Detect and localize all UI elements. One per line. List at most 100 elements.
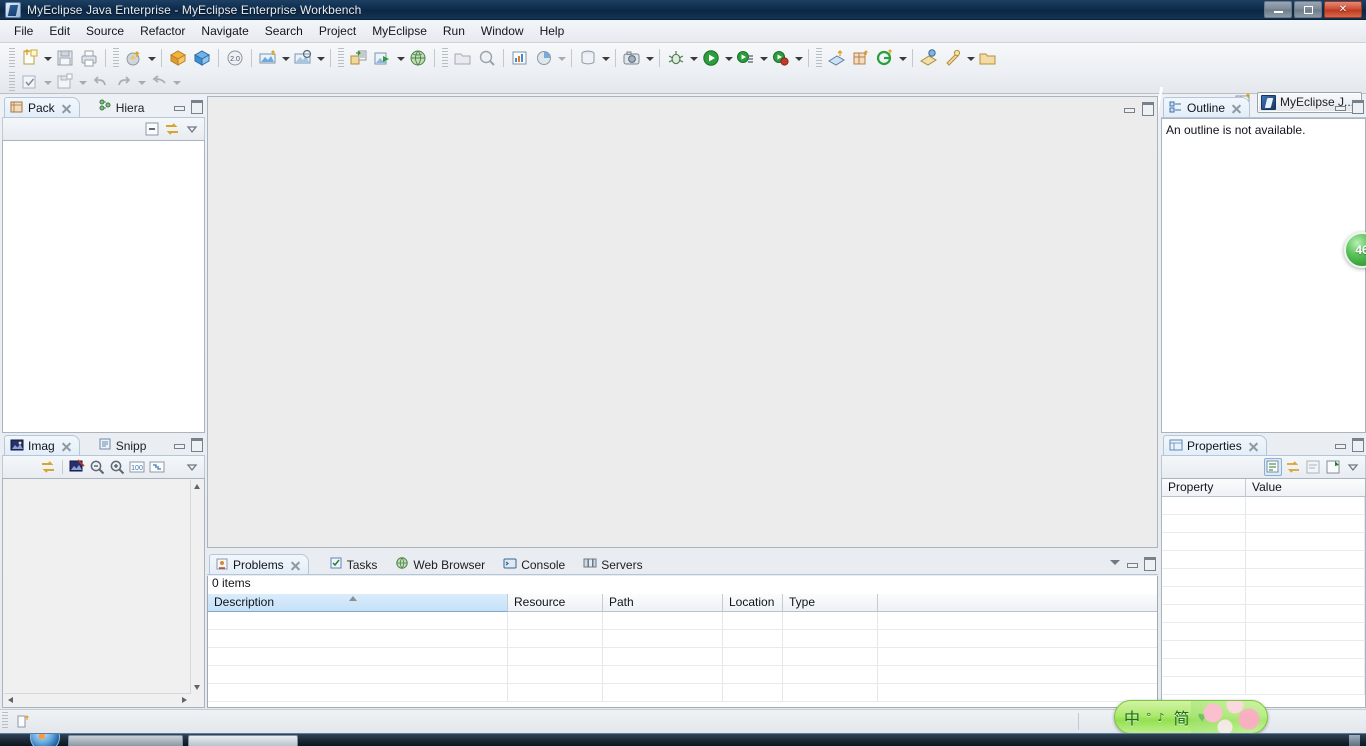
fit-to-window-icon[interactable]	[148, 458, 166, 476]
open-browser-icon[interactable]	[407, 47, 429, 69]
database-explorer-icon[interactable]	[577, 47, 599, 69]
table-row[interactable]	[1162, 497, 1365, 515]
tab-tasks[interactable]: Tasks	[323, 554, 386, 575]
maximize-view-button[interactable]	[1142, 555, 1156, 571]
close-icon[interactable]	[290, 560, 301, 571]
save-all-icon[interactable]	[54, 71, 76, 93]
table-row[interactable]	[1162, 569, 1365, 587]
table-row[interactable]	[1162, 641, 1365, 659]
debug-dropdown-icon[interactable]	[688, 47, 699, 69]
scroll-down-button[interactable]	[191, 681, 204, 694]
print-icon[interactable]	[78, 47, 100, 69]
problems-table[interactable]: Description Resource Path Location Type	[207, 594, 1158, 708]
run-server-icon[interactable]	[372, 47, 394, 69]
new-wizard-icon[interactable]	[19, 47, 41, 69]
debug-icon[interactable]	[665, 47, 687, 69]
view-menu-button[interactable]	[1108, 555, 1122, 569]
tab-snippets[interactable]: Snipp	[92, 435, 155, 456]
menu-file[interactable]: File	[6, 22, 41, 40]
maximize-view-button[interactable]	[189, 98, 203, 114]
new-ejb-project-icon[interactable]	[191, 47, 213, 69]
package-explorer-tree[interactable]	[2, 140, 205, 433]
column-header-path[interactable]: Path	[603, 594, 723, 612]
open-task-icon[interactable]	[918, 47, 940, 69]
table-row[interactable]	[208, 684, 1157, 702]
minimize-editor-button[interactable]	[1122, 100, 1136, 114]
new-java-interface-icon[interactable]	[874, 47, 896, 69]
back-dropdown-icon[interactable]	[171, 71, 182, 93]
back-icon[interactable]	[148, 71, 170, 93]
vertical-scrollbar[interactable]	[190, 480, 204, 694]
column-header-resource[interactable]: Resource	[508, 594, 603, 612]
outline-content[interactable]: An outline is not available.	[1161, 118, 1366, 433]
table-row[interactable]	[1162, 605, 1365, 623]
menu-source[interactable]: Source	[78, 22, 132, 40]
run-icon[interactable]	[700, 47, 722, 69]
tab-problems[interactable]: Problems	[209, 554, 309, 575]
toolbar-grip-row2[interactable]	[9, 72, 15, 92]
ime-mode-chinese[interactable]: 中	[1124, 705, 1140, 729]
new-jsp-dropdown-icon[interactable]	[280, 47, 291, 69]
deploy-icon[interactable]	[348, 47, 370, 69]
new-chart-icon[interactable]	[533, 47, 555, 69]
tab-properties[interactable]: Properties	[1163, 435, 1267, 456]
html-5-icon[interactable]: 2.0	[224, 47, 246, 69]
database-dropdown-icon[interactable]	[600, 47, 611, 69]
close-icon[interactable]	[1248, 441, 1259, 452]
menu-myeclipse[interactable]: MyEclipse	[364, 22, 435, 40]
new-item-dropdown-icon[interactable]	[42, 71, 53, 93]
search-icon[interactable]	[476, 47, 498, 69]
run-external-tools-icon[interactable]	[770, 47, 792, 69]
menu-help[interactable]: Help	[532, 22, 573, 40]
scroll-left-button[interactable]	[4, 694, 17, 707]
ime-simplified-toggle[interactable]: 简	[1174, 705, 1190, 729]
maximize-view-button[interactable]	[189, 436, 203, 452]
table-row[interactable]	[208, 648, 1157, 666]
run-config-dropdown-icon[interactable]	[758, 47, 769, 69]
start-orb[interactable]	[30, 734, 60, 746]
column-header-value[interactable]: Value	[1246, 479, 1365, 497]
zoom-100-icon[interactable]: 100	[128, 458, 146, 476]
column-header-description[interactable]: Description	[208, 594, 508, 612]
toolbar-grip[interactable]	[9, 48, 15, 68]
menu-run[interactable]: Run	[435, 22, 473, 40]
tray-item[interactable]	[1349, 735, 1360, 746]
tab-console[interactable]: Console	[497, 554, 573, 575]
camera-icon[interactable]	[621, 47, 643, 69]
maximize-view-button[interactable]	[1350, 436, 1364, 452]
table-row[interactable]	[1162, 515, 1365, 533]
close-icon[interactable]	[61, 103, 72, 114]
column-header-type[interactable]: Type	[783, 594, 878, 612]
menu-project[interactable]: Project	[311, 22, 364, 40]
external-tools-dropdown-icon[interactable]	[793, 47, 804, 69]
ime-punctuation-toggle[interactable]: °	[1146, 711, 1152, 724]
run-dropdown-icon[interactable]	[723, 47, 734, 69]
open-type-icon[interactable]	[452, 47, 474, 69]
properties-table[interactable]: Property Value	[1161, 478, 1366, 708]
run-configuration-icon[interactable]	[735, 47, 757, 69]
scroll-right-button[interactable]	[178, 694, 191, 707]
new-java-dropdown-icon[interactable]	[897, 47, 908, 69]
minimize-view-button[interactable]	[172, 436, 186, 450]
minimize-view-button[interactable]	[1333, 436, 1347, 450]
table-row[interactable]	[208, 666, 1157, 684]
menu-search[interactable]: Search	[257, 22, 311, 40]
chinese-input-method-bar[interactable]: 中 ° ♪ 简 ♥	[1114, 700, 1268, 734]
table-row[interactable]	[1162, 659, 1365, 677]
quick-fix-dropdown-icon[interactable]	[965, 47, 976, 69]
new-xml-icon[interactable]	[292, 47, 314, 69]
new-java-package-icon[interactable]	[826, 47, 848, 69]
view-menu-icon[interactable]	[183, 120, 201, 138]
restore-default-icon[interactable]	[1304, 458, 1322, 476]
save-all-dropdown-icon[interactable]	[77, 71, 88, 93]
tab-outline[interactable]: Outline	[1163, 97, 1251, 118]
scroll-up-button[interactable]	[191, 480, 204, 493]
image-properties-icon[interactable]	[68, 458, 86, 476]
menu-window[interactable]: Window	[473, 22, 532, 40]
restore-button[interactable]	[1294, 1, 1322, 18]
minimize-view-button[interactable]	[1333, 98, 1347, 112]
table-row[interactable]	[208, 630, 1157, 648]
tab-servers[interactable]: Servers	[577, 554, 650, 575]
taskbar-item-2[interactable]	[188, 735, 298, 746]
show-categories-icon[interactable]	[1264, 458, 1282, 476]
